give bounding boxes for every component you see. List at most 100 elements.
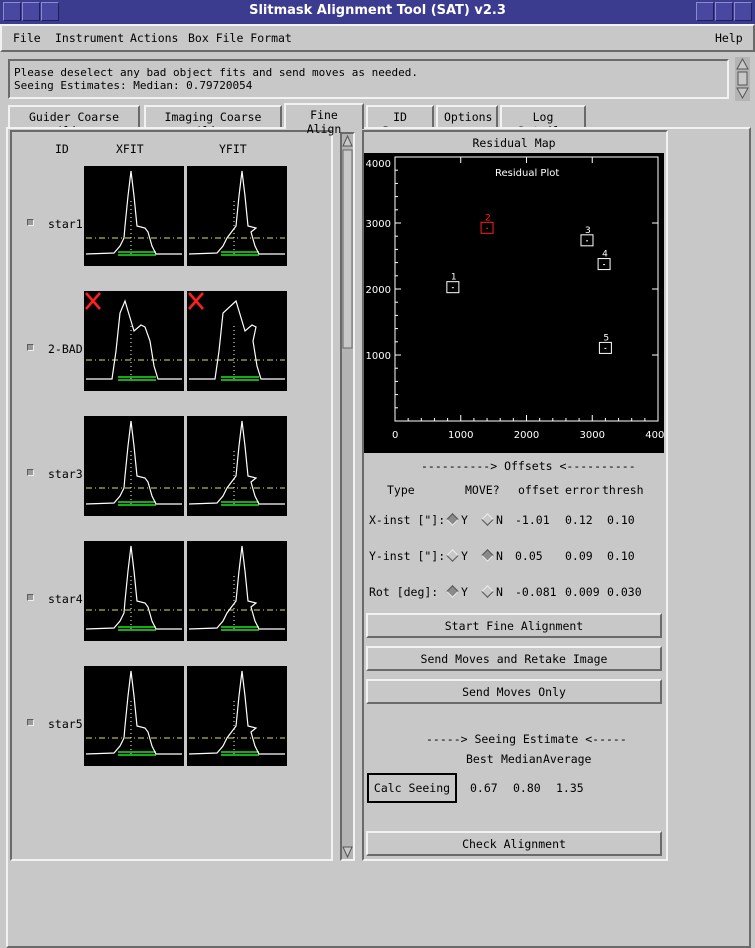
yfit-plot <box>187 416 287 516</box>
fit-list-scroll-controls[interactable] <box>342 134 353 859</box>
menu-actions[interactable]: Actions <box>130 31 178 45</box>
x-tick-label: 1000 <box>448 430 473 441</box>
profile-curve <box>188 420 285 505</box>
tab-imaging-coarse-align[interactable]: Imaging Coarse Align <box>144 105 282 138</box>
star-id-label: star4 <box>48 592 83 606</box>
offsets-heading: ----------> Offsets <---------- <box>421 459 636 473</box>
move-no-label: N <box>496 585 503 599</box>
error-value: 0.009 <box>565 585 600 599</box>
profile-curve <box>188 170 285 255</box>
profile-curve <box>85 170 182 255</box>
thresh-value: 0.030 <box>607 585 642 599</box>
profile-curve <box>85 670 182 755</box>
star-id-label: 2-BAD <box>48 342 83 356</box>
error-value: 0.12 <box>565 513 593 527</box>
menu-file[interactable]: File <box>13 31 41 45</box>
offset-value: -0.081 <box>515 585 557 599</box>
window-maximize-button[interactable] <box>715 2 733 21</box>
residual-plot-canvas: Residual Plot 0 1000 2000 3000 4000 1000 2000 30… <box>366 156 671 441</box>
tab-options[interactable]: Options <box>436 105 498 127</box>
xfit-plot <box>84 541 184 641</box>
calc-seeing-button[interactable]: Calc Seeing <box>367 773 457 803</box>
xfit-plot <box>84 666 184 766</box>
x-tick-label: 3000 <box>580 430 605 441</box>
profile-curve <box>86 299 182 380</box>
tab-id-boxes[interactable]: ID Boxes <box>366 105 434 138</box>
status-message-area: Please deselect any bad object fits and … <box>8 59 729 99</box>
send-moves-retake-button[interactable]: Send Moves and Retake Image <box>366 646 662 671</box>
seeing-label-best: Best <box>466 752 494 766</box>
y-tick-label: 1000 <box>366 351 391 362</box>
yfit-plot <box>187 166 287 266</box>
check-alignment-button[interactable]: Check Alignment <box>366 831 662 856</box>
profile-curve <box>189 299 285 380</box>
seeing-value-median: 0.80 <box>513 781 541 795</box>
residual-point-label: 2 <box>485 213 491 223</box>
seeing-estimate-message: Seeing Estimates: Median: 0.79720054 <box>14 79 253 92</box>
move-no-label: N <box>496 549 503 563</box>
yfit-plot-canvas <box>188 292 285 381</box>
include-fit-checkbox[interactable] <box>27 594 34 601</box>
yfit-plot-canvas <box>188 670 285 756</box>
include-fit-checkbox[interactable] <box>27 344 34 351</box>
tab-fine-align[interactable]: Fine Align <box>284 103 364 136</box>
menu-help[interactable]: Help <box>715 31 743 45</box>
residual-point-label: 5 <box>603 333 609 343</box>
profile-curve <box>188 670 285 755</box>
seeing-heading: -----> Seeing Estimate <----- <box>426 732 627 746</box>
tab-log-details[interactable]: Log Details <box>500 105 586 138</box>
seeing-value-best: 0.67 <box>470 781 498 795</box>
x-tick-label: 0 <box>392 430 398 441</box>
offsets-col-error: error <box>565 483 600 497</box>
start-fine-alignment-button[interactable]: Start Fine Alignment <box>366 613 662 638</box>
include-fit-checkbox[interactable] <box>27 719 34 726</box>
menu-instrument[interactable]: Instrument <box>55 31 124 45</box>
yfit-plot <box>187 541 287 641</box>
message-scrollbar[interactable] <box>735 57 750 101</box>
residual-map-heading: Residual Map <box>472 136 556 150</box>
star-id-label: star3 <box>48 467 83 481</box>
star-id-label: star5 <box>48 717 83 731</box>
thresh-value: 0.10 <box>607 513 635 527</box>
offsets-col-thresh: thresh <box>602 483 644 497</box>
fit-list-scrollbar[interactable] <box>340 132 355 861</box>
window-minimize-button[interactable] <box>696 2 714 21</box>
window-close-button[interactable] <box>734 2 752 21</box>
tab-guider-coarse-align[interactable]: Guider Coarse Align <box>8 105 140 138</box>
residual-plot-title: Residual Plot <box>495 168 559 179</box>
menu-bar: File Instrument Actions Box File Format … <box>0 24 755 52</box>
reject-x-icon <box>188 292 204 310</box>
move-yes-label: Y <box>461 549 468 563</box>
include-fit-checkbox[interactable] <box>27 469 34 476</box>
y-tick-label: 3000 <box>366 219 391 230</box>
thresh-value: 0.10 <box>607 549 635 563</box>
menu-box-file-format[interactable]: Box File Format <box>188 31 292 45</box>
message-scroll-arrows[interactable] <box>735 57 750 101</box>
residual-plot: Residual Plot 0 1000 2000 3000 4000 1000 2000 30… <box>364 153 671 453</box>
include-fit-checkbox[interactable] <box>27 219 34 226</box>
yfit-plot-canvas <box>188 545 285 631</box>
move-no-label: N <box>496 513 503 527</box>
profile-curve <box>85 545 182 630</box>
plot-frame <box>394 156 659 422</box>
error-value: 0.09 <box>565 549 593 563</box>
xfit-plot-canvas <box>85 545 182 631</box>
yfit-plot <box>187 291 287 391</box>
xfit-plot <box>84 166 184 266</box>
yfit-plot-canvas <box>188 420 285 506</box>
reject-x-icon <box>85 292 101 310</box>
xfit-plot-canvas <box>85 670 182 756</box>
move-yes-label: Y <box>461 513 468 527</box>
xfit-plot-canvas <box>85 170 182 256</box>
offsets-col-move: MOVE? <box>465 483 500 497</box>
send-moves-only-button[interactable]: Send Moves Only <box>366 679 662 704</box>
title-bar[interactable]: Slitmask Alignment Tool (SAT) v2.3 <box>0 0 755 24</box>
x-tick-label: 2000 <box>514 430 539 441</box>
seeing-label-average: Average <box>543 752 592 766</box>
residual-point-label: 1 <box>451 273 457 283</box>
offset-type-label: X-inst ["]: <box>369 513 446 527</box>
status-message-line: Please deselect any bad object fits and … <box>14 66 418 79</box>
y-tick-label: 2000 <box>366 285 391 296</box>
seeing-label-median: Median <box>501 752 543 766</box>
profile-curve <box>85 420 182 505</box>
